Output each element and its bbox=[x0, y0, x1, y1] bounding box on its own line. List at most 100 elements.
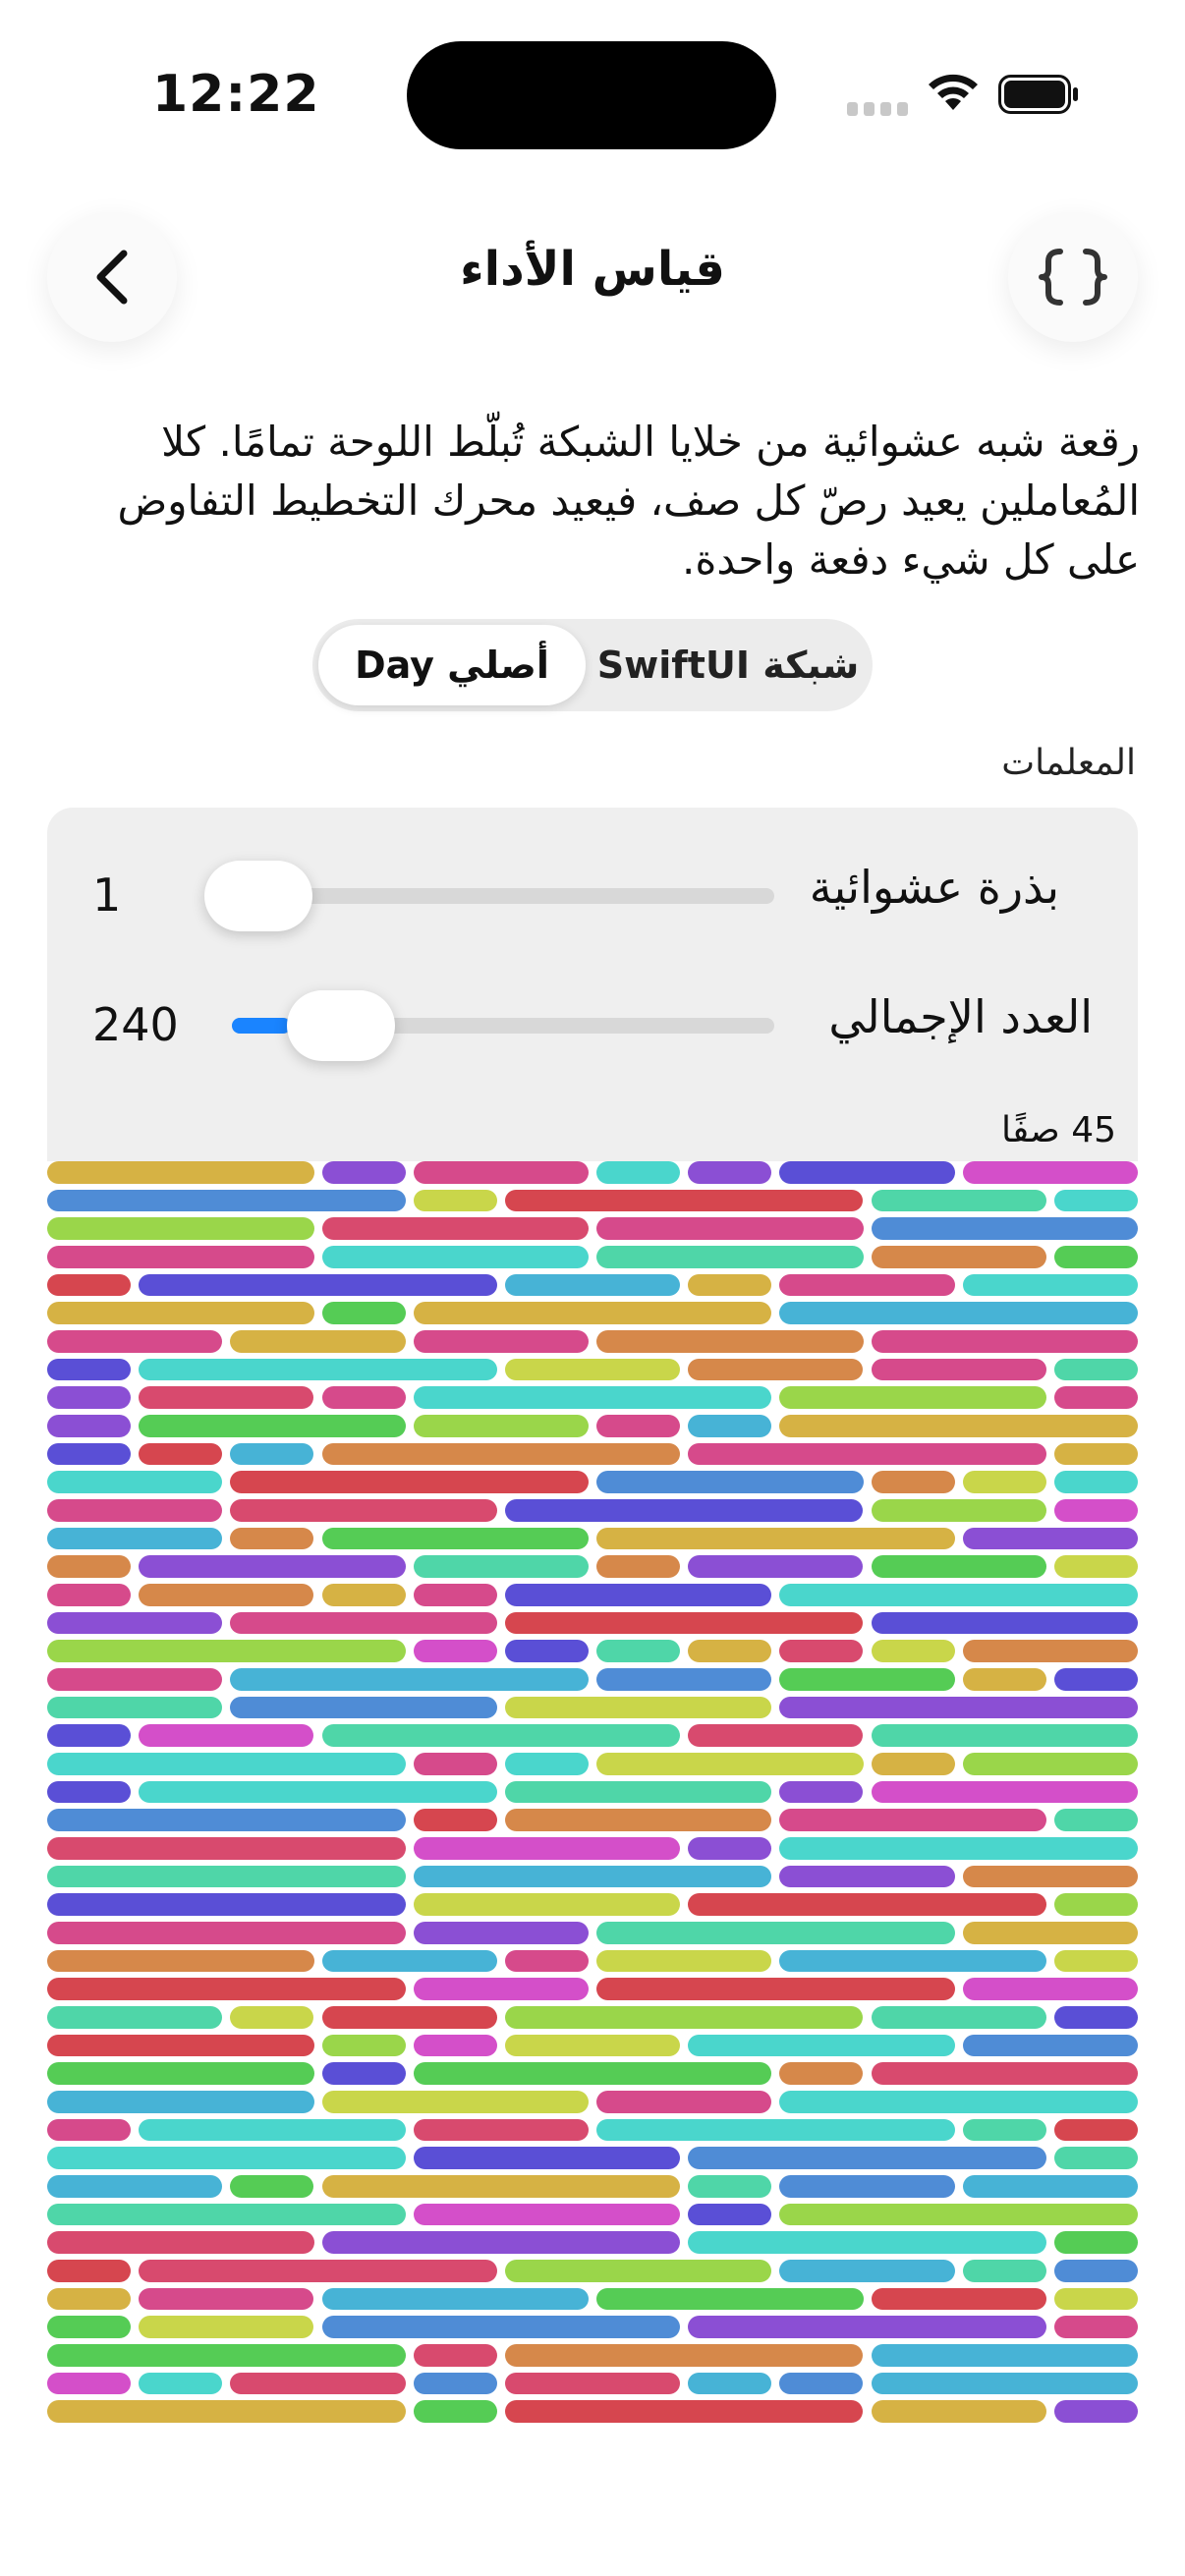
segment-swiftui-grid[interactable]: شبكة SwiftUI bbox=[590, 625, 867, 705]
grid-cell bbox=[47, 1837, 406, 1860]
grid-cell bbox=[688, 1161, 772, 1184]
grid-cell bbox=[504, 2006, 864, 2029]
grid-cell bbox=[139, 2118, 406, 2142]
grid-cell bbox=[688, 2372, 772, 2395]
grid-cell bbox=[321, 1386, 406, 1409]
random-seed-slider-thumb[interactable] bbox=[204, 861, 312, 931]
grid-cell bbox=[596, 1415, 681, 1437]
grid-cell bbox=[47, 2400, 406, 2423]
grid-cell bbox=[871, 1640, 955, 1662]
grid-cell bbox=[47, 2034, 314, 2057]
grid-cell bbox=[139, 2372, 223, 2395]
back-button[interactable] bbox=[47, 212, 177, 342]
grid-cell bbox=[413, 2147, 681, 2169]
grid-cell bbox=[413, 1330, 589, 1353]
grid-cell bbox=[230, 1330, 406, 1353]
grid-cell bbox=[139, 1358, 497, 1381]
grid-cell bbox=[139, 1273, 497, 1297]
grid-cell bbox=[321, 1584, 406, 1606]
grid-cell bbox=[962, 1978, 1138, 2000]
grid-cell bbox=[779, 2175, 955, 2198]
grid-cell bbox=[413, 1753, 497, 1775]
grid-cell bbox=[413, 2062, 772, 2085]
grid-cell bbox=[596, 1922, 955, 1944]
status-time: 12:22 bbox=[152, 65, 320, 124]
grid-cell bbox=[1053, 1189, 1138, 1212]
total-count-slider-thumb[interactable] bbox=[287, 990, 395, 1061]
grid-cell bbox=[1053, 1949, 1138, 1973]
grid-cell bbox=[413, 1865, 772, 1888]
grid-cell bbox=[779, 2260, 955, 2282]
grid-cell bbox=[47, 2372, 132, 2395]
grid-cell bbox=[504, 1696, 772, 1719]
grid-cell bbox=[47, 1640, 406, 1662]
code-button[interactable] bbox=[1008, 212, 1138, 342]
grid-cell bbox=[962, 1922, 1138, 1944]
grid-cell bbox=[962, 1161, 1138, 1184]
grid-cell bbox=[1053, 2400, 1138, 2423]
grid-cell bbox=[47, 1809, 406, 1831]
grid-cell bbox=[47, 1893, 406, 1916]
grid-cell bbox=[596, 1527, 955, 1550]
grid-cell bbox=[1053, 1246, 1138, 1268]
grid-cell bbox=[413, 1302, 772, 1324]
grid-cell bbox=[47, 1302, 314, 1324]
page-title: قياس الأداء bbox=[460, 242, 725, 297]
grid-cell bbox=[139, 1555, 406, 1578]
grid-cell bbox=[688, 2231, 1046, 2254]
grid-cell bbox=[413, 2372, 497, 2395]
grid-cell bbox=[504, 2034, 681, 2057]
grid-cell bbox=[962, 1527, 1138, 1550]
grid-cell bbox=[962, 1753, 1138, 1775]
grid-cell bbox=[596, 1978, 955, 2000]
grid-cell bbox=[779, 1640, 864, 1662]
grid-cell bbox=[47, 2344, 406, 2367]
grid-cell bbox=[413, 1978, 589, 2000]
grid-cell bbox=[504, 1640, 589, 1662]
grid-cell bbox=[47, 2316, 132, 2338]
grid-cell bbox=[779, 1273, 955, 1297]
grid-cell bbox=[139, 1386, 314, 1409]
grid-cell bbox=[779, 2062, 864, 2085]
grid-cell bbox=[47, 1611, 223, 1635]
grid-cell bbox=[230, 2006, 314, 2029]
grid-cell bbox=[47, 2231, 314, 2254]
grid-cell bbox=[321, 1217, 589, 1240]
segment-native-day[interactable]: أصلي Day bbox=[318, 625, 586, 705]
grid-cell bbox=[871, 1724, 1138, 1747]
grid-cell bbox=[871, 1330, 1138, 1353]
grid-cell bbox=[871, 1358, 1046, 1381]
grid-cell bbox=[596, 2091, 772, 2113]
grid-cell bbox=[871, 1780, 1138, 1804]
grid-cell bbox=[47, 1865, 406, 1888]
grid-cell bbox=[504, 2400, 864, 2423]
grid-cell bbox=[688, 1555, 864, 1578]
grid-cell bbox=[230, 1471, 589, 1493]
grid-cell bbox=[779, 1865, 955, 1888]
grid-type-segmented-control[interactable]: أصلي Day شبكة SwiftUI bbox=[312, 619, 873, 711]
grid-cell bbox=[47, 1217, 314, 1240]
grid-cell bbox=[47, 1724, 132, 1747]
grid-cell bbox=[871, 1246, 1046, 1268]
grid-cell bbox=[1053, 2316, 1138, 2338]
grid-cell bbox=[688, 2175, 772, 2198]
grid-cell bbox=[321, 2062, 406, 2085]
grid-cell bbox=[688, 1837, 772, 1860]
grid-cell bbox=[47, 1273, 132, 1297]
grid-cell bbox=[413, 2400, 497, 2423]
grid-cell bbox=[139, 2260, 497, 2282]
grid-cell bbox=[47, 1949, 314, 1973]
grid-cell bbox=[413, 2203, 681, 2226]
grid-cell bbox=[962, 1640, 1138, 1662]
grid-cell bbox=[47, 2118, 132, 2142]
grid-cell bbox=[413, 1584, 497, 1606]
grid-cell bbox=[504, 2372, 681, 2395]
grid-cell bbox=[47, 1442, 132, 1466]
grid-cell bbox=[596, 1330, 864, 1353]
grid-cell bbox=[504, 2260, 772, 2282]
grid-cell bbox=[962, 2260, 1046, 2282]
grid-cell bbox=[1053, 2006, 1138, 2029]
grid-cell bbox=[871, 1753, 955, 1775]
parameters-section-label: المعلمات bbox=[1001, 743, 1136, 783]
row-count-label: 45 صفًا bbox=[1000, 1110, 1116, 1150]
